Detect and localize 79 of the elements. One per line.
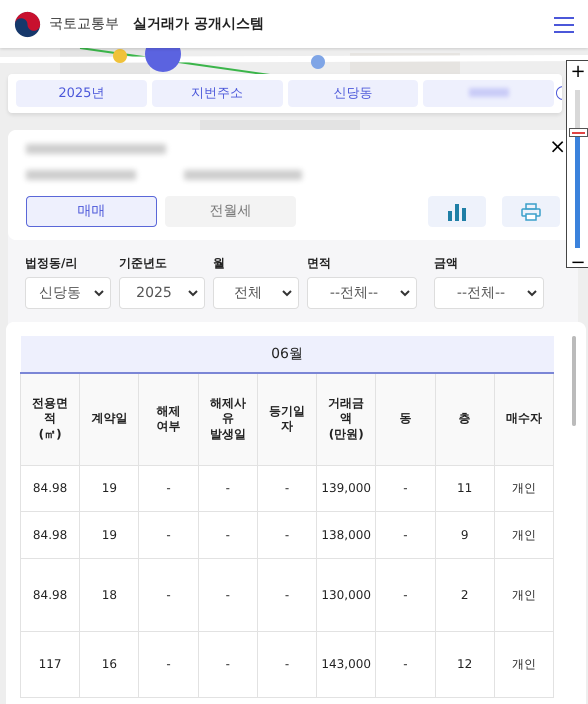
table-cell: 개인	[494, 558, 554, 631]
filter-label: 금액	[434, 255, 459, 272]
chart-button[interactable]	[428, 196, 486, 227]
column-header: 매수자	[494, 373, 554, 465]
close-button[interactable]: ×	[547, 136, 568, 156]
table-cell: -	[376, 511, 436, 558]
ministry-name: 국토교통부	[49, 14, 119, 34]
table-cell: -	[376, 465, 436, 511]
table-cell: 16	[80, 631, 139, 697]
month-header: 06월	[20, 336, 554, 373]
table-cell: -	[257, 465, 317, 511]
table-cell: 19	[80, 465, 139, 511]
chevron-icon	[94, 290, 104, 297]
zoom-in-button[interactable]: +	[567, 61, 588, 83]
filter-select[interactable]: 신당동	[25, 277, 111, 309]
table-cell: 9	[435, 511, 494, 558]
column-header: 거래금 액 (만원)	[316, 373, 376, 465]
table-cell: -	[198, 465, 258, 511]
filter-select[interactable]: --전체--	[434, 277, 544, 309]
table-cell: 138,000	[316, 511, 376, 558]
table-cell: 19	[80, 511, 139, 558]
column-header: 계약일	[80, 373, 139, 465]
table-cell: -	[198, 558, 258, 631]
zoom-out-button[interactable]: −	[567, 252, 588, 267]
deal-type-tab[interactable]: 전월세	[165, 196, 296, 227]
table-cell: 117	[20, 631, 80, 697]
table-cell: -	[138, 631, 198, 697]
table-cell: -	[257, 631, 317, 697]
table-cell: 개인	[494, 511, 554, 558]
filter-label: 면적	[307, 255, 332, 272]
filter-select[interactable]: 2025	[119, 277, 205, 309]
table-cell: -	[257, 558, 317, 631]
table-cell: 84.98	[20, 511, 80, 558]
table-cell: 11	[435, 465, 494, 511]
column-header: 전용면 적 (㎡)	[20, 373, 80, 465]
column-header: 동	[376, 373, 436, 465]
zoom-slider[interactable]	[568, 90, 588, 248]
table-cell: 18	[80, 558, 139, 631]
chevron-icon	[400, 290, 410, 297]
table-cell: -	[138, 465, 198, 511]
deal-type-tab[interactable]: 매매	[26, 196, 157, 227]
filter-select[interactable]: 전체	[213, 277, 299, 309]
column-header: 해제사 유 발생일	[198, 373, 258, 465]
chevron-icon	[188, 290, 198, 297]
system-title: 실거래가 공개시스템	[133, 14, 264, 34]
table-cell: 143,000	[316, 631, 376, 697]
table-cell: -	[138, 511, 198, 558]
print-button[interactable]	[502, 196, 560, 227]
filter-select[interactable]: --전체--	[307, 277, 417, 309]
table-cell: -	[138, 558, 198, 631]
table-cell: 84.98	[20, 558, 80, 631]
filter-label: 법정동/리	[25, 255, 78, 272]
scrollbar[interactable]	[572, 336, 576, 426]
filter-chip[interactable]: 지번주소	[152, 80, 282, 107]
table-cell: -	[257, 511, 317, 558]
table-cell: 2	[435, 558, 494, 631]
table-cell: -	[198, 631, 258, 697]
bar-chart-icon	[447, 202, 467, 220]
table-cell: 개인	[494, 465, 554, 511]
table-cell: 84.98	[20, 465, 80, 511]
table-cell: 12	[435, 631, 494, 697]
chevron-icon	[527, 290, 537, 297]
table-cell: -	[198, 511, 258, 558]
filter-chip[interactable]: 2025년	[16, 80, 147, 107]
column-header: 등기일 자	[257, 373, 317, 465]
table-cell: 130,000	[316, 558, 376, 631]
chevron-icon	[282, 290, 292, 297]
table-cell: 139,000	[316, 465, 376, 511]
filter-label: 기준년도	[119, 255, 168, 272]
column-header: 층	[435, 373, 494, 465]
logo-icon	[14, 10, 41, 38]
table-cell: -	[376, 558, 436, 631]
table-cell: -	[376, 631, 436, 697]
filter-chip[interactable]: 신당동	[288, 80, 418, 107]
zoom-handle[interactable]	[569, 128, 588, 137]
filter-label: 월	[213, 255, 226, 272]
column-header: 해제 여부	[138, 373, 198, 465]
printer-icon	[521, 202, 541, 220]
table-cell: 개인	[494, 631, 554, 697]
